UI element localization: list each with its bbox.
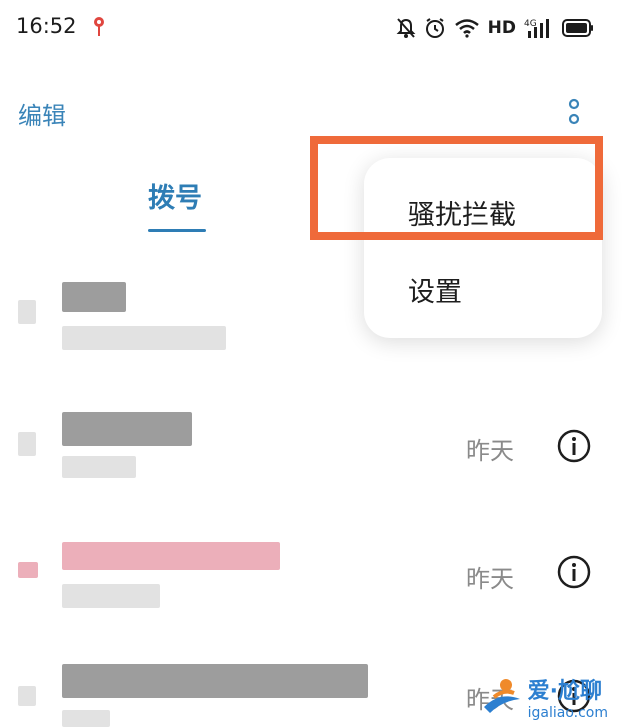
call-detail [62, 710, 110, 727]
location-pin-icon [94, 17, 104, 36]
highlight-annotation-box [310, 136, 603, 240]
contact-avatar [18, 300, 36, 324]
contact-name [62, 412, 192, 446]
battery-icon [562, 19, 593, 37]
menu-item-settings[interactable]: 设置 [408, 270, 462, 309]
contact-name [62, 542, 280, 570]
call-detail [62, 326, 226, 350]
watermark: 爱·尬聊 igaliao.com [480, 673, 608, 721]
contact-avatar [18, 432, 36, 456]
call-date: 昨天 [466, 565, 514, 593]
edit-button[interactable]: 编辑 [18, 96, 66, 131]
contact-avatar [18, 686, 36, 706]
tab-dial[interactable]: 拨号 [148, 176, 202, 215]
call-date: 昨天 [466, 437, 514, 465]
watermark-title: 爱·尬聊 [527, 679, 602, 704]
call-detail [62, 584, 160, 608]
mute-bell-icon [396, 18, 416, 38]
wifi-icon [454, 19, 479, 38]
missed-call-indicator [18, 562, 38, 578]
call-detail [62, 456, 136, 478]
info-icon[interactable] [556, 428, 592, 464]
tab-dial-indicator [148, 229, 206, 232]
status-icons: HD 4G [396, 14, 594, 42]
contact-name [62, 664, 368, 698]
status-time: 16:52 [16, 14, 77, 38]
watermark-logo-icon [483, 679, 520, 713]
watermark-text: 爱·尬聊 igaliao.com [528, 673, 608, 721]
4g-signal-icon: 4G [524, 19, 549, 38]
info-icon[interactable] [556, 554, 592, 590]
network-hd-label: HD [487, 18, 516, 38]
more-vertical-icon[interactable] [564, 98, 584, 128]
watermark-url: igaliao.com [527, 705, 608, 721]
alarm-icon [425, 18, 444, 38]
contact-name [62, 282, 126, 312]
